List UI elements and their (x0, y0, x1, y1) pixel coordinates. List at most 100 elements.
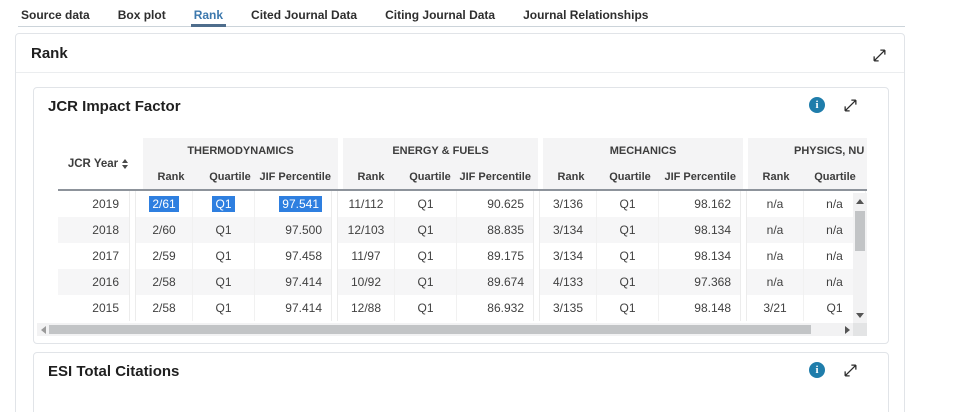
jcr-year-sort-header[interactable]: JCR Year (58, 138, 138, 189)
data-cell: Q1 (596, 217, 658, 243)
table-row: 20172/59Q197.45811/97Q189.1753/134Q198.1… (58, 243, 867, 269)
row-group: 11/97Q189.175 (337, 243, 534, 269)
column-subheader: JIF Percentile (661, 164, 743, 189)
scroll-right-button[interactable] (841, 323, 853, 336)
data-cell: Q1 (394, 269, 456, 295)
data-cell: 97.414 (254, 269, 331, 295)
tab-journal-relationships[interactable]: Journal Relationships (520, 6, 651, 27)
rank-panel-header: Rank (16, 34, 904, 73)
column-subheader-row: RankQuartile (748, 164, 867, 189)
data-cell: Q1 (394, 243, 456, 269)
panel-expand-button[interactable] (870, 46, 888, 64)
data-cell: Q1 (394, 217, 456, 243)
selected-cell-highlight: 97.541 (279, 196, 322, 212)
vertical-scrollbar-thumb[interactable] (855, 211, 865, 251)
sort-down-icon (122, 165, 128, 169)
sort-up-icon (122, 159, 128, 163)
tab-cited-journal-data[interactable]: Cited Journal Data (248, 6, 360, 27)
column-group-header: MECHANICS (543, 138, 743, 164)
column-subheader (866, 164, 867, 189)
info-circle-icon: i (809, 362, 825, 378)
column-subheader-row: RankQuartileJIF Percentile (143, 164, 338, 189)
jcr-info-button[interactable]: i (808, 96, 826, 114)
row-group: 11/112Q190.625 (337, 191, 534, 217)
tab-citing-journal-data[interactable]: Citing Journal Data (382, 6, 498, 27)
data-cell: 98.134 (658, 243, 740, 269)
data-cell: Q1 (596, 269, 658, 295)
column-subheader: Quartile (399, 164, 461, 189)
data-cell: Q1 (192, 191, 254, 217)
scroll-up-button[interactable] (853, 195, 867, 207)
page: Source data Box plot Rank Cited Journal Dat… (0, 0, 960, 412)
column-group-header: ENERGY & FUELS (343, 138, 538, 164)
data-cell: 88.835 (456, 217, 533, 243)
data-cell: 98.148 (658, 295, 740, 321)
column-group: MECHANICSRankQuartileJIF Percentile (543, 138, 743, 189)
data-cell: 97.414 (254, 295, 331, 321)
esi-info-button[interactable]: i (808, 361, 826, 379)
column-group: THERMODYNAMICSRankQuartileJIF Percentile (143, 138, 338, 189)
column-subheader: Quartile (804, 164, 866, 189)
data-cell: 4/133 (540, 269, 596, 295)
info-circle-icon: i (809, 97, 825, 113)
data-cell: 97.541 (254, 191, 331, 217)
year-cell: 2017 (58, 243, 130, 269)
row-group: 2/58Q197.414 (135, 269, 332, 295)
row-group: 3/136Q198.162 (539, 191, 741, 217)
row-group: 2/58Q197.414 (135, 295, 332, 321)
data-cell: 89.175 (456, 243, 533, 269)
table-row: 20182/60Q197.50012/103Q188.8353/134Q198.… (58, 217, 867, 243)
row-group: 10/92Q189.674 (337, 269, 534, 295)
tab-box-plot[interactable]: Box plot (115, 6, 169, 27)
data-cell: 2/60 (136, 217, 192, 243)
data-cell: 3/134 (540, 217, 596, 243)
column-group: ENERGY & FUELSRankQuartileJIF Percentile (343, 138, 538, 189)
year-cell: 2015 (58, 295, 130, 321)
row-group: n/an/a (746, 269, 867, 295)
jcr-impact-factor-card: JCR Impact Factor i JCR YearTHERMODYNAMI… (33, 87, 889, 344)
scrollbar-corner (853, 323, 867, 336)
column-subheader: Rank (543, 164, 599, 189)
data-cell: 89.674 (456, 269, 533, 295)
data-cell: 12/88 (338, 295, 394, 321)
data-cell: 3/134 (540, 243, 596, 269)
scroll-left-button[interactable] (37, 323, 49, 336)
row-group: 2/60Q197.500 (135, 217, 332, 243)
column-subheader-row: RankQuartileJIF Percentile (543, 164, 743, 189)
data-cell: 97.458 (254, 243, 331, 269)
tab-source-data[interactable]: Source data (18, 6, 93, 27)
row-group: 2/61Q197.541 (135, 191, 332, 217)
sort-arrows-icon (122, 159, 128, 169)
data-cell: Q1 (596, 243, 658, 269)
data-cell: 2/58 (136, 269, 192, 295)
data-cell: n/a (747, 217, 803, 243)
data-cell: 97.500 (254, 217, 331, 243)
column-group-header: THERMODYNAMICS (143, 138, 338, 164)
data-cell: 11/112 (338, 191, 394, 217)
horizontal-scrollbar-thumb[interactable] (49, 325, 811, 334)
panel-title: Rank (31, 45, 68, 62)
year-cell: 2018 (58, 217, 130, 243)
esi-expand-button[interactable] (841, 361, 859, 379)
esi-total-citations-card: ESI Total Citations i (33, 352, 889, 412)
triangle-down-icon (856, 313, 864, 318)
jcr-card-title: JCR Impact Factor (48, 98, 181, 115)
jcr-table: JCR YearTHERMODYNAMICSRankQuartileJIF Pe… (58, 138, 867, 321)
data-cell: Q1 (192, 243, 254, 269)
table-row: 20162/58Q197.41410/92Q189.6744/133Q197.3… (58, 269, 867, 295)
data-cell: Q1 (394, 295, 456, 321)
data-cell: 86.932 (456, 295, 533, 321)
table-row: 20152/58Q197.41412/88Q186.9323/135Q198.1… (58, 295, 867, 321)
horizontal-scrollbar[interactable] (37, 323, 853, 336)
data-cell: Q1 (596, 295, 658, 321)
row-group: 4/133Q197.368 (539, 269, 741, 295)
data-cell: Q1 (192, 269, 254, 295)
column-subheader: Rank (143, 164, 199, 189)
resize-diagonal-icon (843, 98, 858, 113)
jcr-expand-button[interactable] (841, 96, 859, 114)
scroll-down-button[interactable] (853, 309, 867, 321)
tab-rank[interactable]: Rank (191, 6, 226, 27)
vertical-scrollbar[interactable] (853, 193, 867, 323)
row-group: n/an/a (746, 191, 867, 217)
table-header: JCR YearTHERMODYNAMICSRankQuartileJIF Pe… (58, 138, 867, 191)
